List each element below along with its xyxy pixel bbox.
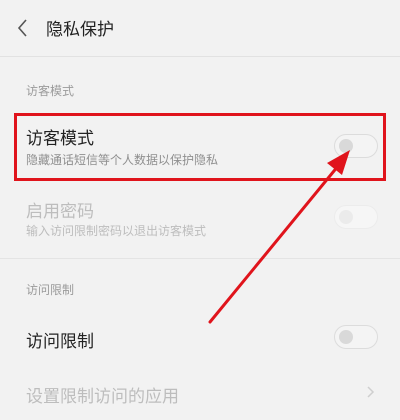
toggle-knob [339, 210, 353, 224]
highlight-box [14, 113, 386, 181]
section-divider [0, 258, 400, 259]
section-header-access-limit: 访问限制 [26, 283, 75, 297]
chevron-right-icon [367, 386, 375, 398]
page-title: 隐私保护 [46, 20, 114, 40]
title-bar: 隐私保护 [0, 0, 400, 57]
toggle-knob [339, 330, 353, 344]
enable-password-subtitle: 输入访问限制密码以退出访客模式 [26, 224, 207, 238]
section-header-guest-mode: 访客模式 [26, 84, 75, 98]
access-limit-toggle[interactable] [334, 325, 378, 349]
restricted-apps-title: 设置限制访问的应用 [26, 387, 179, 407]
enable-password-toggle [334, 205, 378, 229]
enable-password-title: 启用密码 [26, 202, 94, 222]
access-limit-title: 访问限制 [26, 332, 94, 352]
back-arrow-icon[interactable] [14, 17, 32, 39]
